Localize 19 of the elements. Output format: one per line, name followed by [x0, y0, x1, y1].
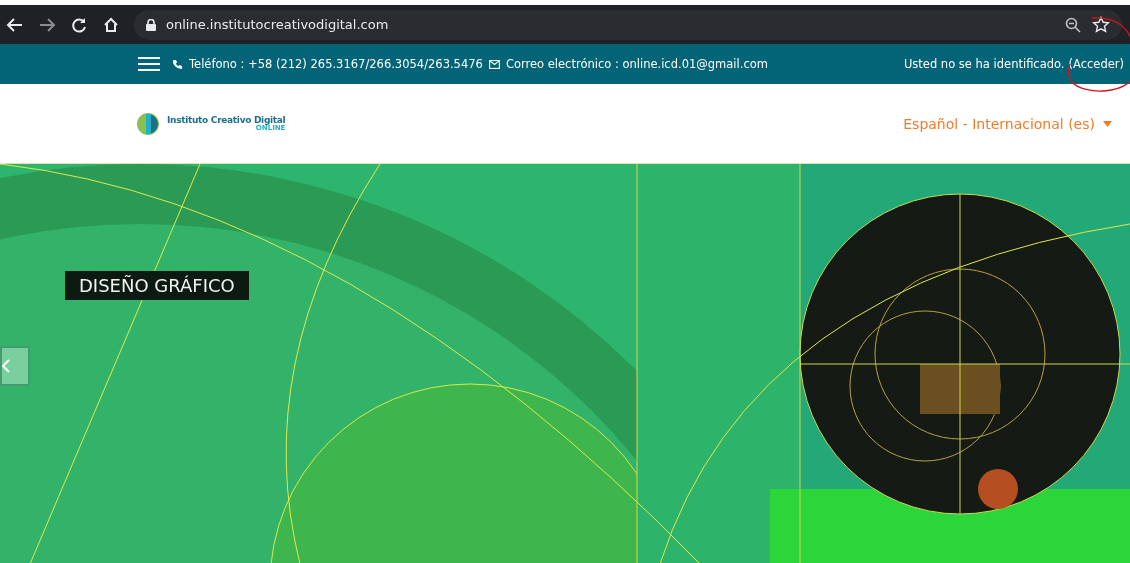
chevron-left-icon — [2, 359, 10, 373]
phone-icon — [172, 58, 183, 70]
logo-name-text: Instituto Creativo Digital — [167, 115, 286, 125]
login-link[interactable]: (Acceder) — [1068, 57, 1124, 71]
home-icon[interactable] — [102, 15, 120, 34]
login-status-text: Usted no se ha identificado. — [903, 57, 1065, 71]
back-icon[interactable] — [6, 15, 24, 34]
lock-icon — [146, 18, 156, 31]
forward-icon[interactable] — [38, 15, 56, 34]
address-bar[interactable]: online.institutocreativodigital.com — [134, 9, 1122, 40]
zoom-out-icon[interactable] — [1064, 15, 1082, 34]
caret-icon — [1103, 120, 1112, 127]
menu-icon[interactable] — [138, 56, 160, 72]
url-text: online.institutocreativodigital.com — [166, 17, 389, 32]
slide-caption: DISEÑO GRÁFICO — [65, 271, 249, 300]
previous-slide-button[interactable] — [0, 346, 30, 386]
phone-text: Teléfono : +58 (212) 265.3167/266.3054/263.5476 — [189, 57, 483, 71]
email-text: Correo electrónico : online.icd.01@gmail.com — [505, 57, 768, 71]
mail-icon — [488, 58, 500, 70]
